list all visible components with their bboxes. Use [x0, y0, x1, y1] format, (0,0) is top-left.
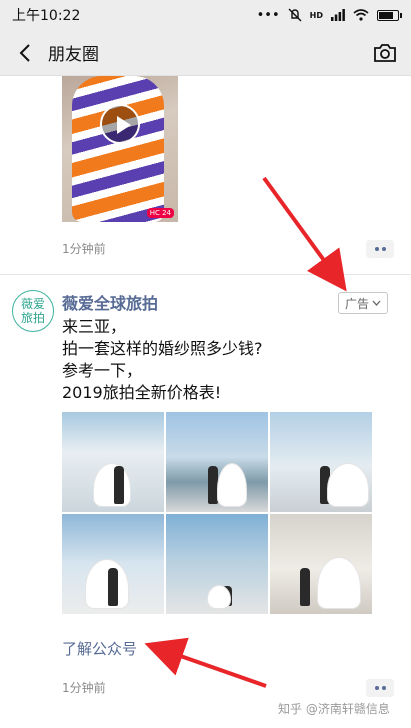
ad-badge-button[interactable]: 广告	[338, 292, 388, 314]
back-button[interactable]	[12, 40, 38, 66]
photo-thumbnail[interactable]	[62, 412, 164, 512]
ad-label: 广告	[344, 296, 369, 311]
hd-label: HD	[309, 10, 323, 20]
status-bar: 上午10:22 ••• HD	[0, 0, 411, 30]
poster-name[interactable]: 薇爱全球旅拍	[62, 290, 158, 314]
photo-thumbnail[interactable]	[166, 412, 268, 512]
moments-feed: HC 24 1分钟前 薇爱旅拍 薇爱全球旅拍 广告 来三亚， 拍一套这样的婚纱照…	[0, 76, 411, 728]
status-icons: ••• HD	[256, 7, 402, 23]
post-text-line: 2019旅拍全新价格表!	[62, 383, 222, 402]
avatar[interactable]: 薇爱旅拍	[12, 290, 54, 332]
wifi-icon	[353, 9, 369, 21]
more-dots-icon: •••	[256, 7, 280, 23]
dot-icon	[374, 686, 379, 690]
comment-more-button[interactable]	[366, 679, 394, 697]
dot-icon	[381, 247, 386, 251]
photo-thumbnail[interactable]	[166, 514, 268, 614]
photo-grid	[62, 412, 372, 614]
post-time: 1分钟前	[62, 242, 106, 256]
status-time: 上午10:22	[12, 8, 81, 24]
watermark: 知乎 @济南轩赣信息	[278, 702, 390, 716]
video-frame	[72, 76, 164, 222]
photo-thumbnail[interactable]	[62, 514, 164, 614]
chevron-left-icon	[19, 43, 30, 62]
dot-icon	[381, 686, 386, 690]
page-title: 朋友圈	[48, 45, 99, 65]
dot-icon	[374, 247, 379, 251]
post-time: 1分钟前	[62, 681, 106, 695]
divider	[0, 274, 411, 275]
mute-icon	[288, 8, 302, 22]
learn-public-account-link[interactable]: 了解公众号	[62, 638, 137, 659]
post-text-line: 来三亚，	[62, 317, 127, 336]
chevron-down-icon	[372, 300, 381, 306]
camera-button[interactable]	[371, 39, 399, 67]
play-icon	[100, 104, 140, 144]
signal-icon	[331, 9, 345, 21]
video-tag: HC 24	[146, 208, 174, 218]
nav-bar: 朋友圈	[0, 30, 411, 76]
post-text: 来三亚， 拍一套这样的婚纱照多少钱? 参考一下， 2019旅拍全新价格表!	[62, 316, 263, 404]
post-text-line: 参考一下，	[62, 361, 143, 380]
photo-thumbnail[interactable]	[270, 514, 372, 614]
video-thumbnail[interactable]: HC 24	[62, 76, 178, 222]
comment-more-button[interactable]	[366, 240, 394, 258]
photo-thumbnail[interactable]	[270, 412, 372, 512]
camera-icon	[374, 43, 396, 62]
battery-icon	[377, 9, 402, 21]
post-text-line: 拍一套这样的婚纱照多少钱?	[62, 339, 263, 358]
